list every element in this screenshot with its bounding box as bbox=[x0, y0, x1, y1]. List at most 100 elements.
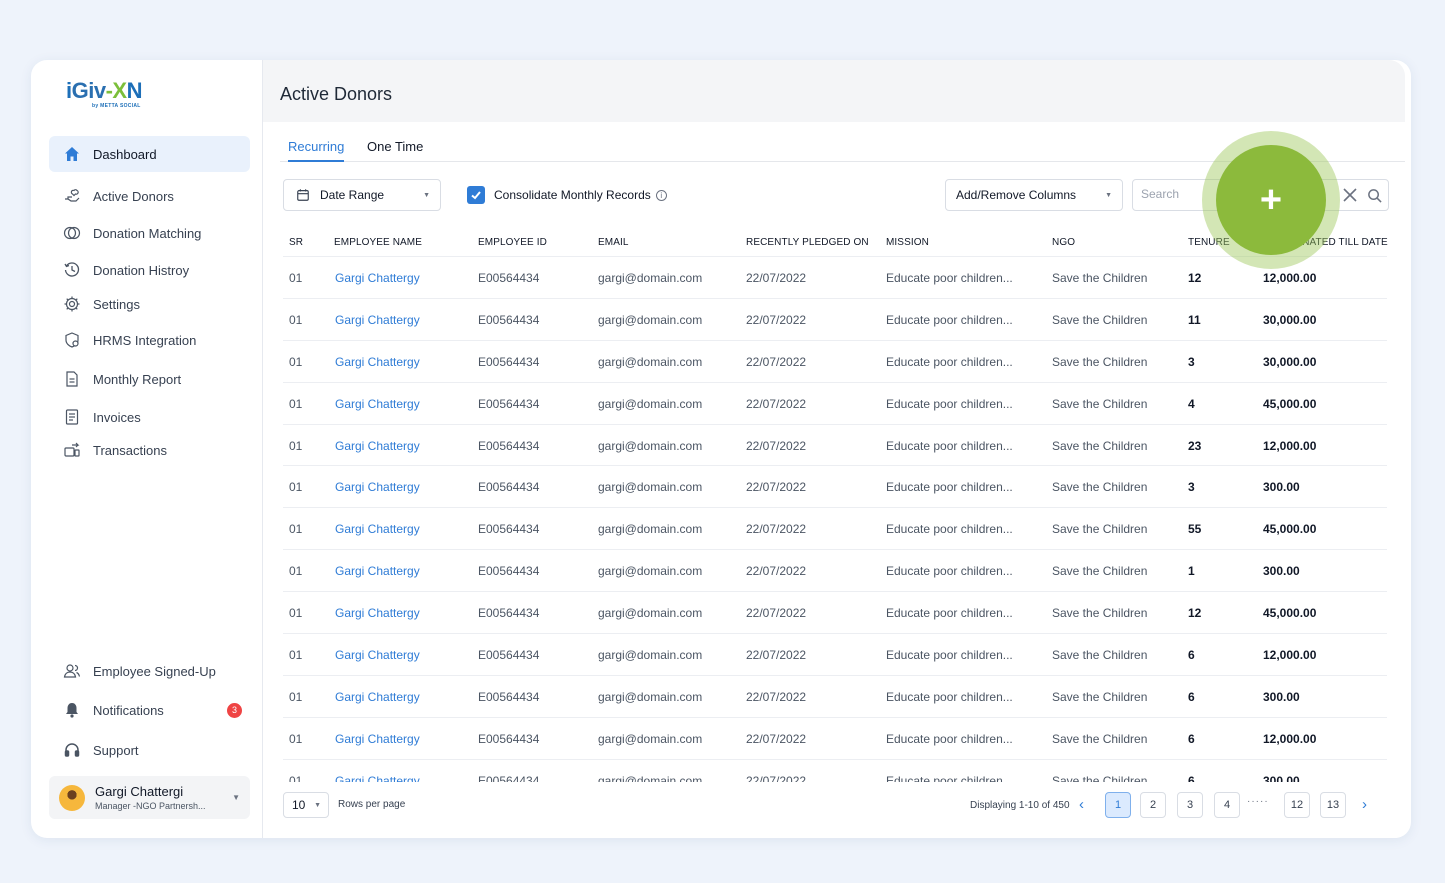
rows-per-page-select[interactable]: 10 ▼ bbox=[283, 792, 329, 818]
cell-employee-name[interactable]: Gargi Chattergy bbox=[335, 480, 420, 494]
sidebar-item-invoices[interactable]: Invoices bbox=[49, 399, 250, 435]
table-row[interactable]: 01 Gargi Chattergy E00564434 gargi@domain.c… bbox=[283, 299, 1387, 341]
sidebar-item-monthly-report[interactable]: Monthly Report bbox=[49, 361, 250, 397]
gear-icon bbox=[63, 295, 81, 313]
sidebar-item-label: Transactions bbox=[93, 442, 167, 458]
col-recently-pledged-on-header[interactable]: RECENTLY PLEDGED ON bbox=[746, 237, 869, 248]
tab-recurring[interactable]: Recurring bbox=[288, 139, 345, 162]
cell-employee-name[interactable]: Gargi Chattergy bbox=[335, 690, 420, 704]
cell-email: gargi@domain.com bbox=[598, 438, 703, 453]
sidebar-item-transactions[interactable]: Transactions bbox=[49, 432, 250, 468]
sidebar-item-label: Active Donors bbox=[93, 188, 174, 204]
cell-employee-name[interactable]: Gargi Chattergy bbox=[335, 313, 420, 327]
cell-employee-id: E00564434 bbox=[478, 773, 540, 782]
cell-ngo: Save the Children bbox=[1052, 354, 1148, 369]
add-button[interactable]: + bbox=[1216, 145, 1326, 255]
date-range-picker[interactable]: Date Range ▼ bbox=[283, 179, 441, 211]
col-employee-name-header[interactable]: EMPLOYEE NAME bbox=[334, 237, 422, 248]
cell-employee-name[interactable]: Gargi Chattergy bbox=[335, 439, 420, 453]
chevron-down-icon[interactable]: ▼ bbox=[232, 793, 240, 802]
notification-badge: 3 bbox=[227, 702, 242, 718]
col-sr-header[interactable]: SR bbox=[289, 237, 303, 248]
table-footer: 10 ▼ Rows per page Displaying 1-10 of 45… bbox=[263, 792, 1411, 822]
tab-one-time[interactable]: One Time bbox=[367, 139, 423, 160]
cell-recently-pledged-on: 22/07/2022 bbox=[746, 606, 807, 621]
table-row[interactable]: 01 Gargi Chattergy E00564434 gargi@domain.c… bbox=[283, 634, 1387, 676]
cell-employee-name[interactable]: Gargi Chattergy bbox=[335, 397, 420, 411]
cell-employee-name[interactable]: Gargi Chattergy bbox=[335, 522, 420, 536]
cell-sr: 01 bbox=[289, 480, 303, 495]
consolidate-monthly-records[interactable]: Consolidate Monthly Records i bbox=[467, 186, 667, 204]
table-row[interactable]: 01 Gargi Chattergy E00564434 gargi@domain.c… bbox=[283, 676, 1387, 718]
cell-tenure: 6 bbox=[1188, 731, 1195, 746]
sidebar-item-support[interactable]: Support bbox=[49, 732, 250, 768]
chevron-right-icon[interactable]: › bbox=[1362, 796, 1367, 813]
table-row[interactable]: 01 Gargi Chattergy E00564434 gargi@domain.c… bbox=[283, 257, 1387, 299]
user-profile-card[interactable]: Gargi Chattergi Manager -NGO Partnersh..… bbox=[49, 776, 250, 819]
col-employee-id-header[interactable]: EMPLOYEE ID bbox=[478, 237, 547, 248]
sidebar-item-label: Settings bbox=[93, 296, 140, 312]
table-row[interactable]: 01 Gargi Chattergy E00564434 gargi@domain.c… bbox=[283, 383, 1387, 425]
cell-employee-name[interactable]: Gargi Chattergy bbox=[335, 606, 420, 620]
cell-employee-name[interactable]: Gargi Chattergy bbox=[335, 355, 420, 369]
sidebar-item-notifications[interactable]: Notifications 3 bbox=[49, 692, 250, 728]
cell-employee-name[interactable]: Gargi Chattergy bbox=[335, 648, 420, 662]
cell-sr: 01 bbox=[289, 689, 303, 704]
consolidate-checkbox[interactable] bbox=[467, 186, 485, 204]
table-row[interactable]: 01 Gargi Chattergy E00564434 gargi@domain.c… bbox=[283, 425, 1387, 467]
cell-donated-till-date: 300.00 bbox=[1263, 689, 1300, 704]
cell-mission: Educate poor children... bbox=[886, 731, 1013, 746]
cell-tenure: 11 bbox=[1188, 312, 1201, 327]
page-3-button[interactable]: 3 bbox=[1177, 792, 1203, 818]
cell-employee-name[interactable]: Gargi Chattergy bbox=[335, 564, 420, 578]
cell-tenure: 55 bbox=[1188, 522, 1202, 537]
chevron-left-icon[interactable]: ‹ bbox=[1079, 796, 1084, 813]
sidebar-item-hrms-integration[interactable]: HRMS Integration bbox=[49, 322, 250, 358]
sidebar-item-donation-matching[interactable]: Donation Matching bbox=[49, 215, 250, 251]
cell-email: gargi@domain.com bbox=[598, 396, 703, 411]
users-icon bbox=[63, 662, 81, 680]
bell-icon bbox=[63, 701, 81, 719]
cell-recently-pledged-on: 22/07/2022 bbox=[746, 648, 807, 663]
cell-recently-pledged-on: 22/07/2022 bbox=[746, 354, 807, 369]
cell-donated-till-date: 300.00 bbox=[1263, 773, 1300, 782]
cell-ngo: Save the Children bbox=[1052, 396, 1148, 411]
donor-hand-icon bbox=[63, 187, 81, 205]
cell-ngo: Save the Children bbox=[1052, 271, 1148, 285]
table-row[interactable]: 01 Gargi Chattergy E00564434 gargi@domain.c… bbox=[283, 718, 1387, 760]
sidebar-item-settings[interactable]: Settings bbox=[49, 286, 250, 322]
table-row[interactable]: 01 Gargi Chattergy E00564434 gargi@domain.c… bbox=[283, 341, 1387, 383]
sidebar-item-donation-history[interactable]: Donation Histroy bbox=[49, 252, 250, 288]
add-remove-columns-dropdown[interactable]: Add/Remove Columns ▼ bbox=[945, 179, 1123, 211]
table-row[interactable]: 01 Gargi Chattergy E00564434 gargi@domain.c… bbox=[283, 508, 1387, 551]
cell-mission: Educate poor children... bbox=[886, 564, 1013, 579]
cell-sr: 01 bbox=[289, 564, 303, 579]
page-4-button[interactable]: 4 bbox=[1214, 792, 1240, 818]
table-row[interactable]: 01 Gargi Chattergy E00564434 gargi@domain.c… bbox=[283, 550, 1387, 593]
search-icon[interactable] bbox=[1367, 188, 1382, 203]
close-icon[interactable] bbox=[1342, 187, 1358, 203]
page-2-button[interactable]: 2 bbox=[1140, 792, 1166, 818]
sidebar-item-label: Support bbox=[93, 742, 139, 758]
col-ngo-header[interactable]: NGO bbox=[1052, 237, 1075, 248]
page-13-button[interactable]: 13 bbox=[1320, 792, 1346, 818]
table-row[interactable]: 01 Gargi Chattergy E00564434 gargi@domain.c… bbox=[283, 592, 1387, 635]
cell-employee-name[interactable]: Gargi Chattergy bbox=[335, 774, 420, 782]
col-email-header[interactable]: EMAIL bbox=[598, 237, 629, 248]
sidebar-item-employee-signed-up[interactable]: Employee Signed-Up bbox=[49, 653, 250, 689]
cell-sr: 01 bbox=[289, 354, 303, 369]
sidebar-item-dashboard[interactable]: Dashboard bbox=[49, 136, 250, 172]
col-mission-header[interactable]: MISSION bbox=[886, 237, 929, 248]
info-icon[interactable]: i bbox=[655, 189, 667, 201]
consolidate-label: Consolidate Monthly Records bbox=[494, 188, 651, 202]
table-row[interactable]: 01 Gargi Chattergy E00564434 gargi@domain.c… bbox=[283, 760, 1387, 782]
table-row[interactable]: 01 Gargi Chattergy E00564434 gargi@domain.c… bbox=[283, 466, 1387, 509]
cell-employee-name[interactable]: Gargi Chattergy bbox=[335, 732, 420, 746]
cell-tenure: 12 bbox=[1188, 271, 1202, 285]
sidebar-item-active-donors[interactable]: Active Donors bbox=[49, 178, 250, 214]
cell-recently-pledged-on: 22/07/2022 bbox=[746, 773, 807, 782]
page-1-button[interactable]: 1 bbox=[1105, 792, 1131, 818]
app-window: iGiv-XN by METTA SOCIAL Dashboard Active … bbox=[31, 60, 1411, 838]
cell-employee-name[interactable]: Gargi Chattergy bbox=[335, 271, 420, 285]
page-12-button[interactable]: 12 bbox=[1284, 792, 1310, 818]
